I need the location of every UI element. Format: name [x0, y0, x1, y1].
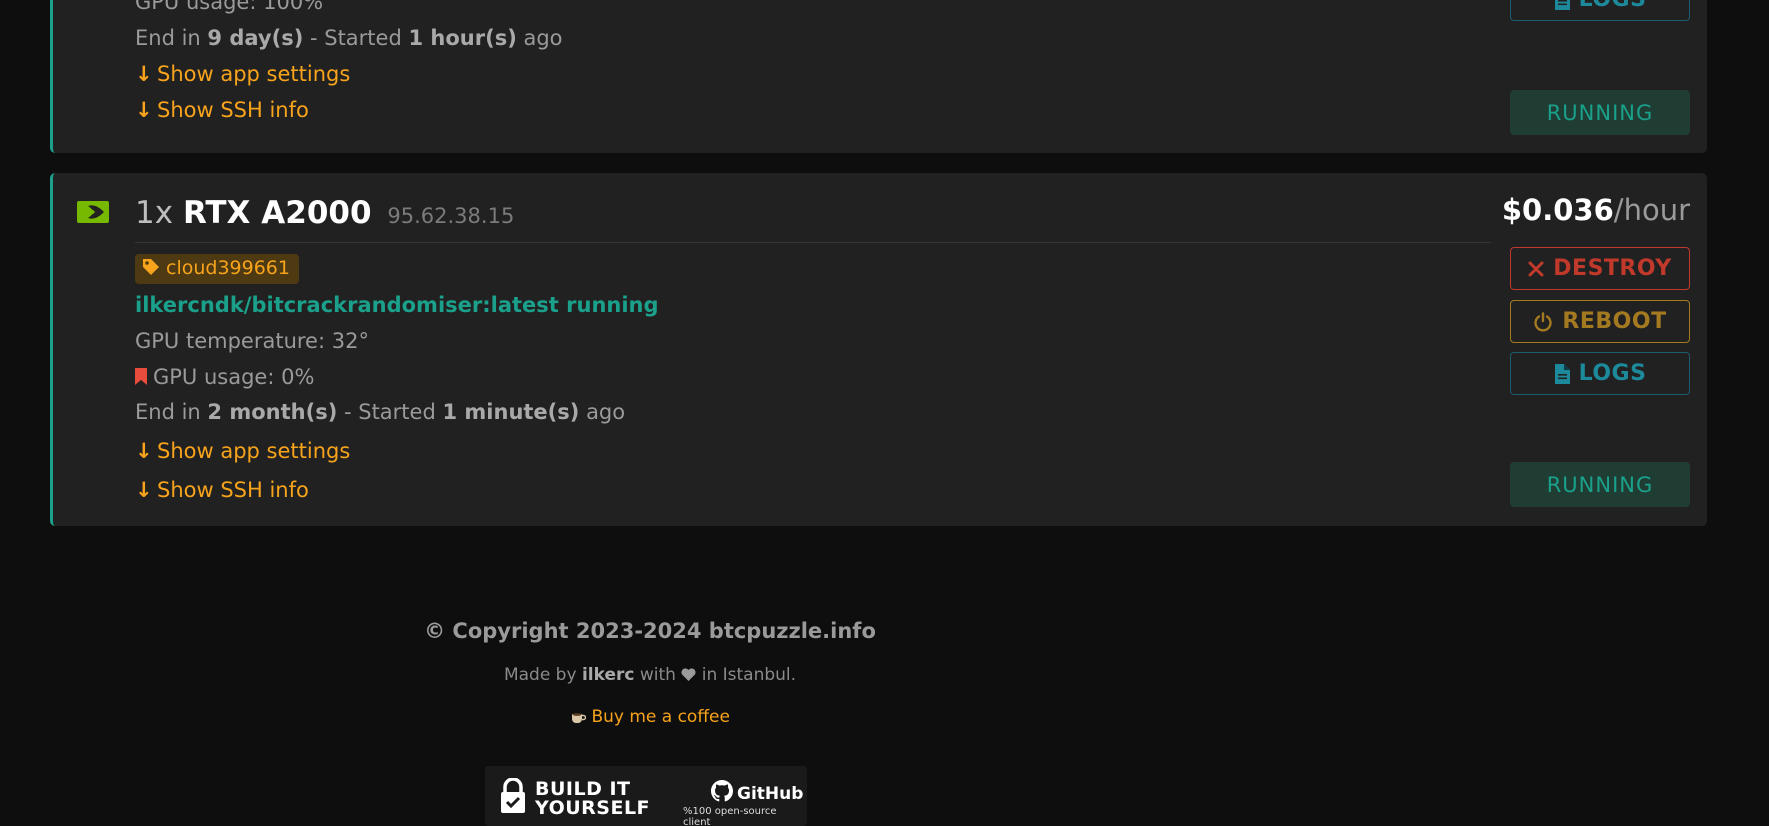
gpu-usage: GPU usage: 100% [135, 0, 324, 14]
status-badge: RUNNING [1510, 90, 1690, 135]
destroy-button[interactable]: DESTROY [1510, 247, 1690, 290]
show-app-settings-link[interactable]: ↓ Show app settings [135, 62, 350, 86]
show-app-settings-label: Show app settings [157, 62, 351, 86]
arrow-down-icon: ↓ [135, 98, 153, 122]
ip-address: 95.62.38.15 [387, 204, 515, 228]
copyright: © Copyright 2023-2024 btcpuzzle.info [424, 619, 876, 643]
started-value: 1 minute(s) [442, 400, 580, 424]
gpu-usage: GPU usage: 0% [135, 365, 314, 390]
github-brand: GitHub [711, 780, 803, 807]
nvidia-icon [77, 201, 109, 223]
coffee-label: Buy me a coffee [591, 707, 730, 727]
image-status: ilkercndk/bitcrackrandomiser:latest runn… [135, 293, 659, 317]
made-by: Made by ilkerc with in Istanbul. [0, 665, 1300, 685]
gpu-temperature: GPU temperature: 32° [135, 329, 369, 353]
instance-card: GPU usage: 100% End in 9 day(s) - Starte… [50, 0, 1707, 153]
logs-button[interactable]: LOGS [1510, 0, 1690, 21]
lock-icon [499, 777, 527, 818]
divider [135, 242, 1491, 243]
close-icon [1528, 261, 1544, 277]
show-app-settings-link[interactable]: ↓ Show app settings [135, 439, 350, 463]
tag-label: cloud399661 [166, 257, 290, 279]
document-icon [1554, 0, 1570, 10]
end-in-value: 2 month(s) [207, 400, 338, 424]
started-value: 1 hour(s) [408, 26, 517, 50]
github-icon [711, 780, 737, 807]
instance-title: 1x RTX A2000 95.62.38.15 [135, 195, 514, 231]
gpu-usage-label: GPU usage: 0% [153, 365, 315, 389]
price-unit: /hour [1613, 193, 1690, 227]
price: $0.036/hour [1502, 193, 1690, 227]
show-ssh-info-label: Show SSH info [157, 478, 309, 502]
show-ssh-info-label: Show SSH info [157, 98, 309, 122]
end-in-value: 9 day(s) [207, 26, 304, 50]
coffee-icon [570, 707, 591, 727]
destroy-label: DESTROY [1553, 256, 1672, 281]
document-icon [1554, 363, 1570, 384]
arrow-down-icon: ↓ [135, 439, 153, 463]
heart-icon [681, 665, 701, 685]
gpu-count: 1x [135, 195, 174, 231]
logs-button[interactable]: LOGS [1510, 352, 1690, 395]
end-in-info: End in 9 day(s) - Started 1 hour(s) ago [135, 26, 563, 50]
reboot-button[interactable]: REBOOT [1510, 300, 1690, 343]
tag-icon [142, 258, 160, 281]
show-ssh-info-link[interactable]: ↓ Show SSH info [135, 98, 309, 122]
ago-label: ago [523, 26, 563, 50]
logs-label: LOGS [1579, 0, 1647, 12]
status-badge: RUNNING [1510, 462, 1690, 507]
buy-coffee-link[interactable]: Buy me a coffee [0, 707, 1300, 727]
end-in-info: End in 2 month(s) - Started 1 minute(s) … [135, 400, 625, 424]
gpu-name: RTX A2000 [182, 195, 372, 231]
instance-card: 1x RTX A2000 95.62.38.15 $0.036/hour clo… [50, 173, 1707, 526]
bookmark-icon [135, 366, 147, 390]
show-app-settings-label: Show app settings [157, 439, 351, 463]
made-by-prefix: Made by [503, 665, 577, 685]
power-icon [1533, 311, 1553, 332]
started-prefix: - Started [343, 400, 436, 424]
made-by-suffix: in Istanbul. [701, 665, 797, 685]
banner-title: BUILD IT YOURSELF [535, 780, 650, 818]
instance-tag: cloud399661 [135, 254, 299, 284]
arrow-down-icon: ↓ [135, 62, 153, 86]
author-name: ilkerc [581, 665, 635, 685]
made-by-with: with [639, 665, 676, 685]
github-brand-label: GitHub [737, 783, 804, 804]
arrow-down-icon: ↓ [135, 478, 153, 502]
started-prefix: - Started [309, 26, 402, 50]
reboot-label: REBOOT [1562, 309, 1667, 334]
price-value: $0.036 [1501, 193, 1614, 227]
ago-label: ago [586, 400, 626, 424]
show-ssh-info-link[interactable]: ↓ Show SSH info [135, 478, 309, 502]
logs-label: LOGS [1578, 361, 1647, 386]
github-banner-link[interactable]: BUILD IT YOURSELF GitHub %100 open-sourc… [485, 766, 807, 826]
end-in-prefix: End in [135, 26, 201, 50]
banner-subtitle: %100 open-source client [683, 806, 777, 826]
end-in-prefix: End in [135, 400, 201, 424]
banner-title-line2: YOURSELF [535, 797, 651, 819]
